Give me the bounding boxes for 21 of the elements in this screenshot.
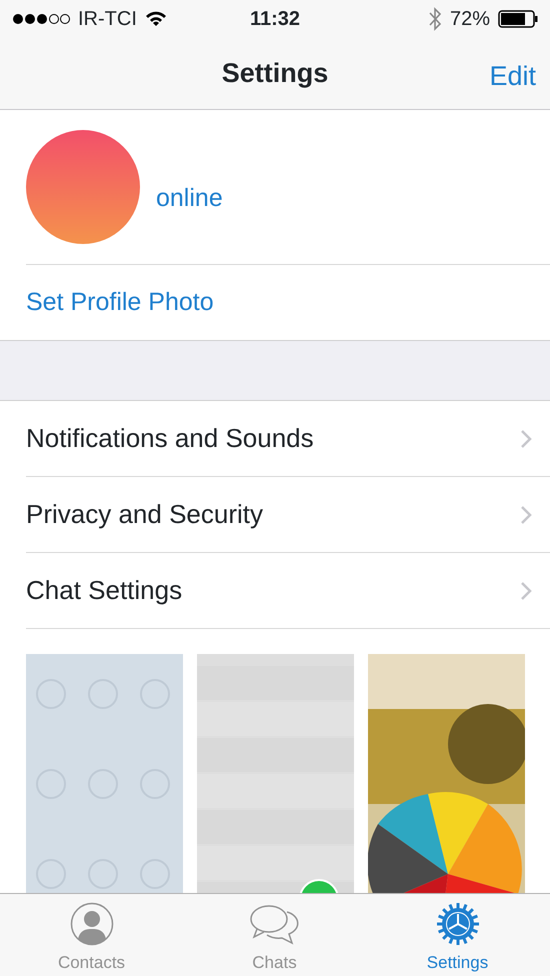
tab[interactable]: Settings: [366, 894, 549, 976]
signal-icon: [12, 13, 70, 25]
tab[interactable]: Chats: [183, 894, 366, 976]
screen-title: Settings: [222, 57, 328, 90]
online-status: online: [156, 183, 223, 214]
menu-item[interactable]: Chat Settings: [26, 553, 550, 629]
battery-icon: [498, 10, 538, 28]
chevron-icon: [520, 504, 532, 524]
tab[interactable]: Contacts: [0, 894, 183, 976]
menu-item[interactable]: Privacy and Security: [26, 477, 550, 553]
clock-time: 11:32: [250, 7, 300, 32]
chevron-icon: [520, 580, 532, 600]
gear-icon: [436, 902, 480, 946]
edit-button[interactable]: Edit: [489, 56, 536, 96]
carrier-name: IR-TCI: [78, 7, 137, 32]
person-icon: [70, 902, 114, 946]
battery-percent: 72%: [450, 7, 490, 32]
bluetooth-icon: [428, 7, 442, 31]
menu-item[interactable]: Notifications and Sounds: [26, 401, 550, 477]
wifi-icon: [144, 11, 167, 27]
chevron-icon: [520, 428, 532, 448]
